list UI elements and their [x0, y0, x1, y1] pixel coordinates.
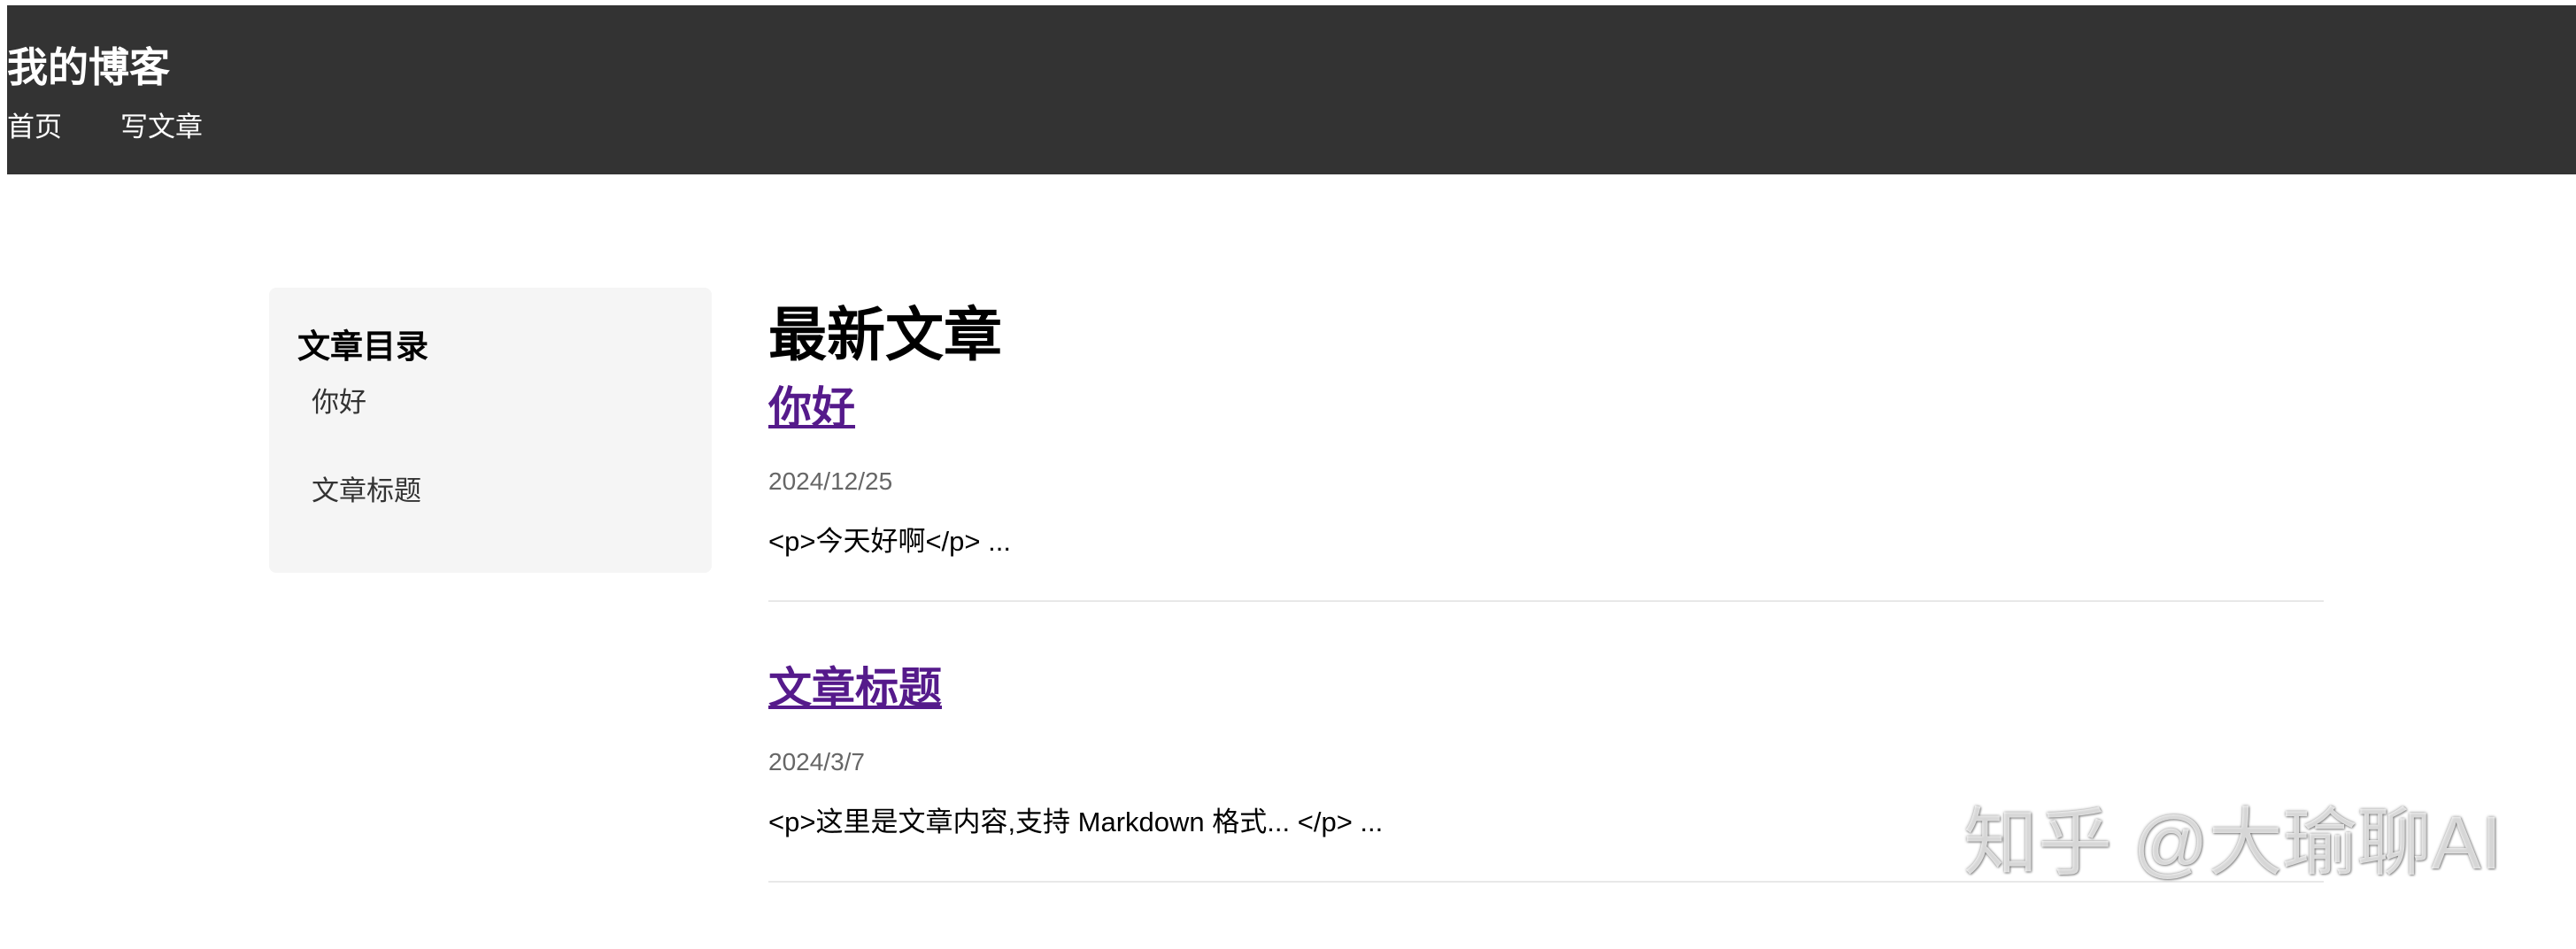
post-title-link[interactable]: 文章标题 [768, 665, 942, 713]
sidebar-toc: 文章目录 你好 文章标题 [269, 288, 712, 573]
post-date: 2024/3/7 [768, 748, 865, 775]
nav-link-write-post[interactable]: 写文章 [120, 106, 203, 149]
sidebar-item: 你好 [312, 382, 421, 470]
post-excerpt: <p>这里是文章内容,支持 Markdown 格式... </p> ... [768, 806, 1384, 837]
page-title: 最新文章 [768, 302, 1002, 367]
sidebar-item-hello[interactable]: 你好 [312, 387, 366, 418]
sidebar-item: 文章标题 [312, 470, 421, 559]
sidebar-title: 文章目录 [297, 328, 428, 365]
blog-page: 我的博客 首页 写文章 文章目录 你好 文章标题 最新文章 你好 2024/12… [0, 0, 2576, 949]
site-header: 我的博客 首页 写文章 [7, 5, 2576, 174]
post-title: 你好 [768, 379, 855, 437]
site-title: 我的博客 [7, 44, 170, 90]
post-title: 文章标题 [768, 660, 942, 718]
post-excerpt: <p>今天好啊</p> ... [768, 526, 1011, 557]
post-title-link[interactable]: 你好 [768, 384, 855, 432]
post-item: 你好 2024/12/25 <p>今天好啊</p> ... [768, 379, 2324, 602]
nav-link-home[interactable]: 首页 [7, 106, 62, 149]
post-date: 2024/12/25 [768, 467, 893, 495]
sidebar-item-article-title[interactable]: 文章标题 [312, 475, 421, 506]
sidebar-list: 你好 文章标题 [312, 382, 421, 559]
main-nav: 首页 写文章 [7, 106, 203, 149]
watermark: 知乎 @大瑜聊AI [1963, 801, 2502, 884]
